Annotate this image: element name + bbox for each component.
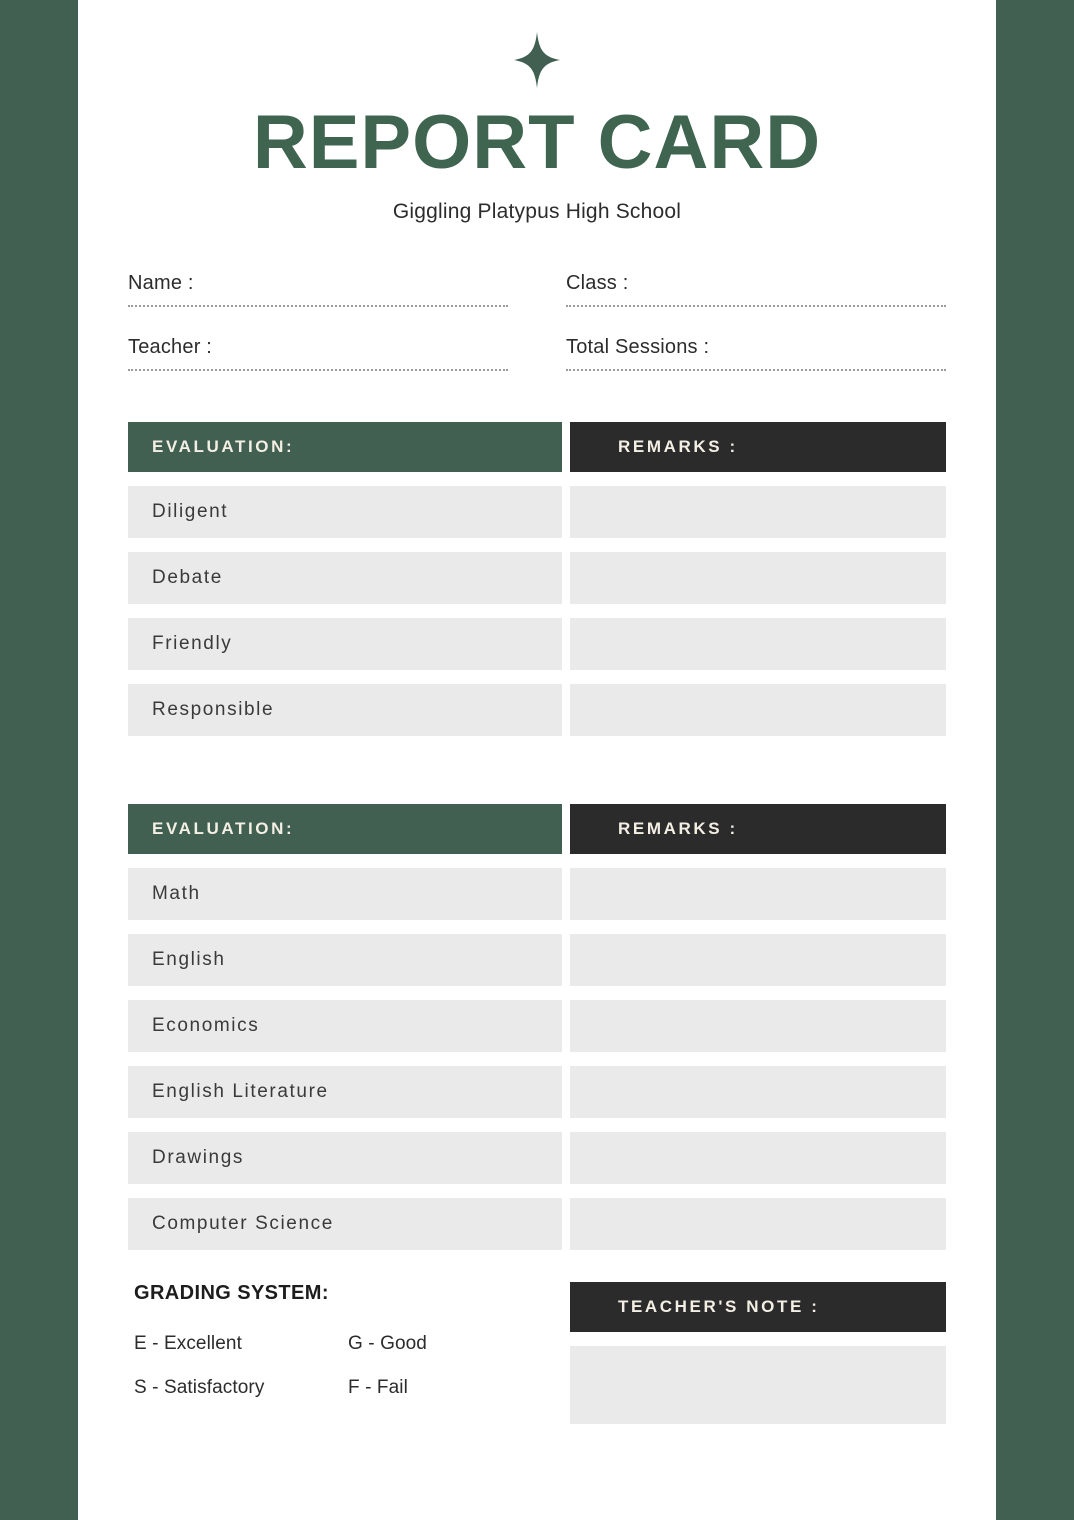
behavior-label-friendly: Friendly xyxy=(128,618,562,670)
subject-label-computer-science: Computer Science xyxy=(128,1198,562,1250)
section-divider xyxy=(128,750,946,782)
table-row: Responsible xyxy=(128,684,946,736)
field-class-input-line[interactable] xyxy=(566,305,946,307)
footer-section: GRADING SYSTEM: E - Excellent G - Good S… xyxy=(128,1282,946,1424)
field-name-input-line[interactable] xyxy=(128,305,508,307)
field-name-label: Name : xyxy=(128,272,194,294)
field-teacher-label: Teacher : xyxy=(128,336,213,358)
subject-remark-english[interactable] xyxy=(570,934,946,986)
grade-excellent: E - Excellent xyxy=(134,1333,242,1354)
table-row: Diligent xyxy=(128,486,946,538)
table-row: English Literature xyxy=(128,1066,946,1118)
field-total-sessions-label: Total Sessions : xyxy=(566,336,710,358)
field-teacher[interactable]: Teacher : xyxy=(128,336,508,371)
behavior-label-diligent: Diligent xyxy=(128,486,562,538)
behavior-remark-debate[interactable] xyxy=(570,552,946,604)
report-card-page: REPORT CARD Giggling Platypus High Schoo… xyxy=(78,0,996,1520)
field-total-sessions-input-line[interactable] xyxy=(566,369,946,371)
behavior-evaluation-header: EVALUATION: xyxy=(128,422,562,472)
table-row: English xyxy=(128,934,946,986)
subject-remark-english-literature[interactable] xyxy=(570,1066,946,1118)
teacher-note-header: TEACHER'S NOTE : xyxy=(570,1282,946,1332)
four-point-star-icon xyxy=(514,32,560,88)
subject-label-english-literature: English Literature xyxy=(128,1066,562,1118)
field-total-sessions[interactable]: Total Sessions : xyxy=(566,336,946,371)
subject-label-drawings: Drawings xyxy=(128,1132,562,1184)
student-info-form: Name : Class : Teacher : Total Sessions … xyxy=(128,272,946,400)
table-row: Computer Science xyxy=(128,1198,946,1250)
star-decoration-wrap xyxy=(128,0,946,88)
grade-satisfactory: S - Satisfactory xyxy=(134,1377,265,1398)
behavior-table-header-row: EVALUATION: REMARKS : xyxy=(128,422,946,472)
page-content: REPORT CARD Giggling Platypus High Schoo… xyxy=(128,0,946,1424)
subject-label-english: English xyxy=(128,934,562,986)
field-name[interactable]: Name : xyxy=(128,272,508,307)
grading-system-title: GRADING SYSTEM: xyxy=(134,1282,329,1304)
behavior-remarks-header: REMARKS : xyxy=(570,422,946,472)
table-row: Economics xyxy=(128,1000,946,1052)
subject-table-header-row: EVALUATION: REMARKS : xyxy=(128,804,946,854)
subject-label-economics: Economics xyxy=(128,1000,562,1052)
table-row: Debate xyxy=(128,552,946,604)
school-name: Giggling Platypus High School xyxy=(392,200,682,223)
behavior-label-responsible: Responsible xyxy=(128,684,562,736)
grade-fail: F - Fail xyxy=(348,1377,408,1398)
field-class-label: Class : xyxy=(566,272,629,294)
subject-remarks-header: REMARKS : xyxy=(570,804,946,854)
behavior-remark-friendly[interactable] xyxy=(570,618,946,670)
teacher-note-section: TEACHER'S NOTE : xyxy=(570,1282,946,1424)
field-class[interactable]: Class : xyxy=(566,272,946,307)
subject-remark-economics[interactable] xyxy=(570,1000,946,1052)
subject-remark-drawings[interactable] xyxy=(570,1132,946,1184)
grading-legend: E - Excellent G - Good S - Satisfactory … xyxy=(134,1333,562,1421)
behavior-remark-diligent[interactable] xyxy=(570,486,946,538)
page-title: REPORT CARD xyxy=(252,100,822,185)
subject-remark-math[interactable] xyxy=(570,868,946,920)
behavior-remark-responsible[interactable] xyxy=(570,684,946,736)
subject-evaluation-header: EVALUATION: xyxy=(128,804,562,854)
subject-remark-computer-science[interactable] xyxy=(570,1198,946,1250)
subject-evaluation-table: EVALUATION: REMARKS : Math English Econo… xyxy=(128,804,946,1250)
table-row: Friendly xyxy=(128,618,946,670)
subject-label-math: Math xyxy=(128,868,562,920)
behavior-evaluation-table: EVALUATION: REMARKS : Diligent Debate Fr… xyxy=(128,422,946,736)
field-teacher-input-line[interactable] xyxy=(128,369,508,371)
grading-system: GRADING SYSTEM: E - Excellent G - Good S… xyxy=(128,1282,562,1424)
table-row: Math xyxy=(128,868,946,920)
grade-good: G - Good xyxy=(348,1333,427,1354)
table-row: Drawings xyxy=(128,1132,946,1184)
behavior-label-debate: Debate xyxy=(128,552,562,604)
teacher-note-input[interactable] xyxy=(570,1346,946,1424)
